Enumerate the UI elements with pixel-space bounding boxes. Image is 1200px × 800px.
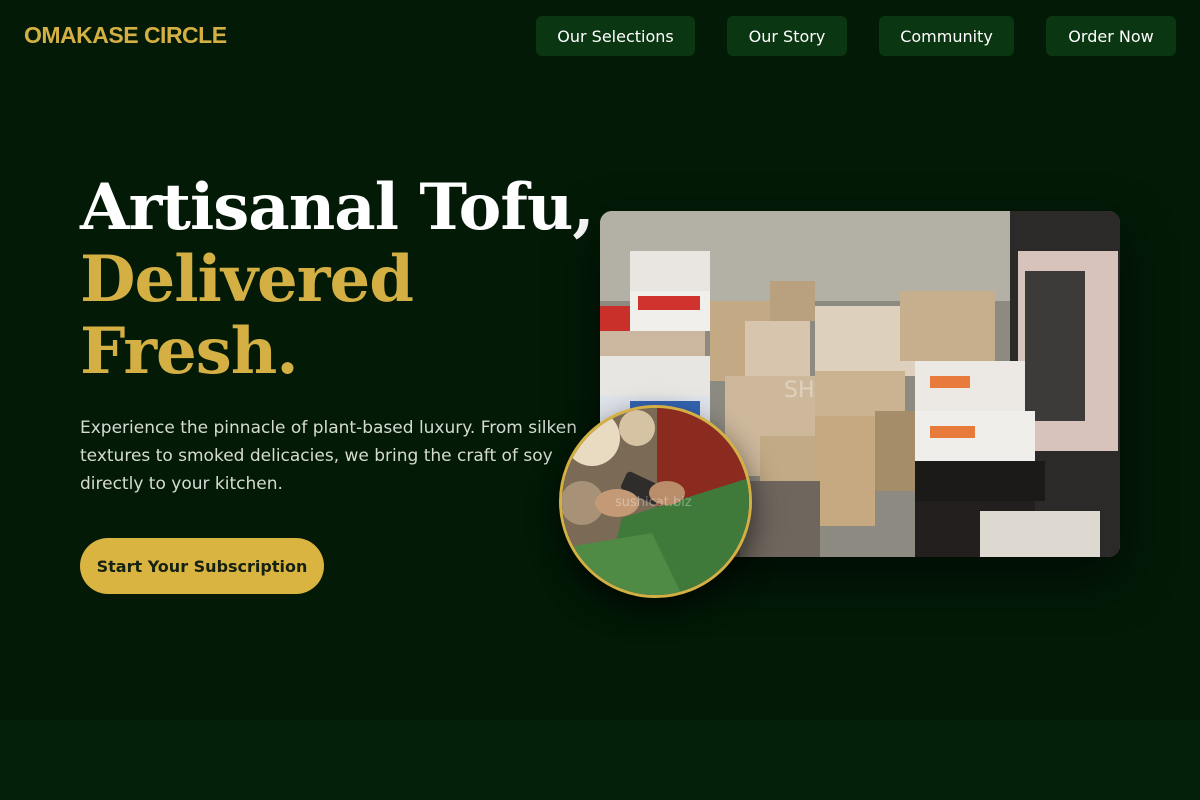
nav-our-selections-button[interactable]: Our Selections bbox=[536, 16, 695, 56]
next-section-band bbox=[0, 720, 1200, 800]
headline-line-2: Delivered bbox=[80, 242, 414, 317]
nav-order-now-button[interactable]: Order Now bbox=[1046, 16, 1176, 56]
hero-headline: Artisanal Tofu, Delivered Fresh. bbox=[80, 170, 595, 389]
start-subscription-button[interactable]: Start Your Subscription bbox=[80, 538, 324, 594]
nav-our-story-button[interactable]: Our Story bbox=[727, 16, 847, 56]
nav-community-button[interactable]: Community bbox=[879, 16, 1014, 56]
inset-image-caption: sushicat.biz bbox=[615, 495, 692, 510]
hero-description: Experience the pinnacle of plant-based l… bbox=[80, 418, 578, 494]
main-image-watermark: SH bbox=[784, 378, 815, 403]
brand-logo[interactable]: OMAKASE CIRCLE bbox=[24, 22, 227, 49]
top-nav: OMAKASE CIRCLE Our Selections Our Story … bbox=[0, 0, 1200, 72]
landing-page: OMAKASE CIRCLE Our Selections Our Story … bbox=[0, 0, 1200, 800]
headline-line-3: Fresh. bbox=[80, 314, 299, 389]
headline-line-1: Artisanal Tofu, bbox=[80, 170, 595, 245]
